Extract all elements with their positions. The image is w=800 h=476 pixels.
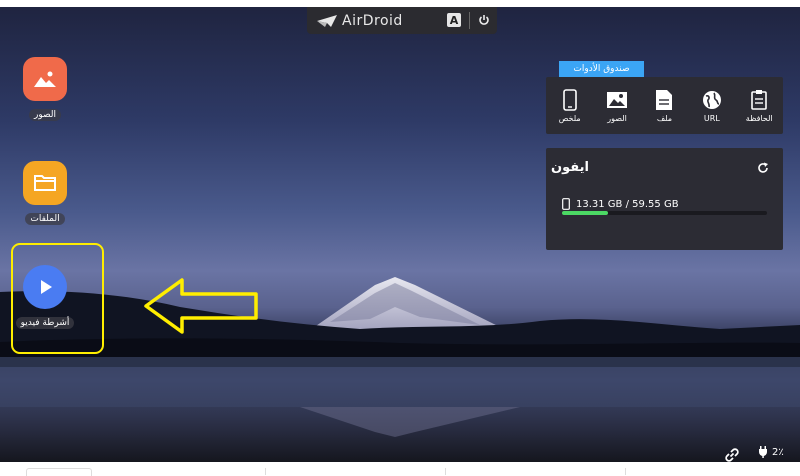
top-bar: AirDroid A bbox=[307, 7, 497, 34]
battery-text: 2٪ bbox=[772, 446, 784, 458]
tool-photos[interactable]: الصور bbox=[597, 89, 637, 123]
charging-icon bbox=[759, 446, 767, 458]
device-panel: ايفون 13.31 GB / 59.55 GB bbox=[546, 148, 783, 250]
folder-icon bbox=[23, 161, 67, 205]
bottom-divider bbox=[445, 468, 446, 475]
power-button[interactable] bbox=[477, 13, 491, 27]
connection-button[interactable] bbox=[724, 447, 740, 462]
clipboard-icon bbox=[739, 89, 779, 111]
tool-file[interactable]: ملف bbox=[644, 89, 684, 123]
photos-icon bbox=[23, 57, 67, 101]
paper-plane-icon bbox=[317, 14, 337, 27]
tool-summary[interactable]: ملخص bbox=[550, 88, 590, 123]
toolbox-panel: ملخص الصور ملف URL الحافظة bbox=[546, 77, 783, 134]
image-icon bbox=[597, 89, 637, 111]
power-icon bbox=[479, 15, 489, 25]
toolbox-title: صندوق الأدوات bbox=[559, 61, 644, 77]
annotation-highlight-box bbox=[11, 243, 104, 354]
tool-file-label: ملف bbox=[656, 113, 673, 123]
brand-name: AirDroid bbox=[342, 12, 403, 29]
bottom-tab-strip bbox=[0, 462, 800, 476]
top-bar-divider bbox=[469, 12, 470, 29]
app-files-label: الملفات bbox=[25, 213, 65, 225]
phone-icon bbox=[550, 88, 590, 111]
refresh-icon bbox=[758, 162, 768, 173]
bottom-divider bbox=[625, 468, 626, 475]
tool-url-label: URL bbox=[703, 113, 720, 123]
airdroid-logo[interactable]: AirDroid bbox=[317, 13, 403, 29]
desktop-wallpaper: AirDroid A الصور الملفات أشرطة فيديو صند… bbox=[0, 7, 800, 462]
tool-clipboard-label: الحافظة bbox=[745, 113, 773, 123]
app-files[interactable]: الملفات bbox=[15, 161, 75, 225]
font-size-button[interactable]: A bbox=[447, 13, 461, 27]
storage-info: 13.31 GB / 59.55 GB bbox=[562, 198, 679, 210]
annotation-arrow bbox=[144, 278, 258, 334]
device-name: ايفون bbox=[551, 160, 589, 175]
phone-storage-icon bbox=[562, 198, 570, 210]
storage-bar bbox=[562, 211, 767, 215]
tool-photos-label: الصور bbox=[607, 113, 627, 123]
storage-text: 13.31 GB / 59.55 GB bbox=[576, 198, 679, 210]
bottom-divider bbox=[265, 468, 266, 475]
battery-status: 2٪ bbox=[758, 446, 784, 458]
refresh-button[interactable] bbox=[757, 159, 769, 178]
link-icon bbox=[725, 448, 739, 462]
tool-url[interactable]: URL bbox=[692, 89, 732, 123]
tool-summary-label: ملخص bbox=[558, 113, 581, 123]
file-icon bbox=[644, 89, 684, 111]
app-photos-label: الصور bbox=[28, 109, 62, 121]
app-photos[interactable]: الصور bbox=[15, 57, 75, 121]
storage-bar-fill bbox=[562, 211, 608, 215]
tool-clipboard[interactable]: الحافظة bbox=[739, 89, 779, 123]
globe-icon bbox=[692, 89, 732, 111]
